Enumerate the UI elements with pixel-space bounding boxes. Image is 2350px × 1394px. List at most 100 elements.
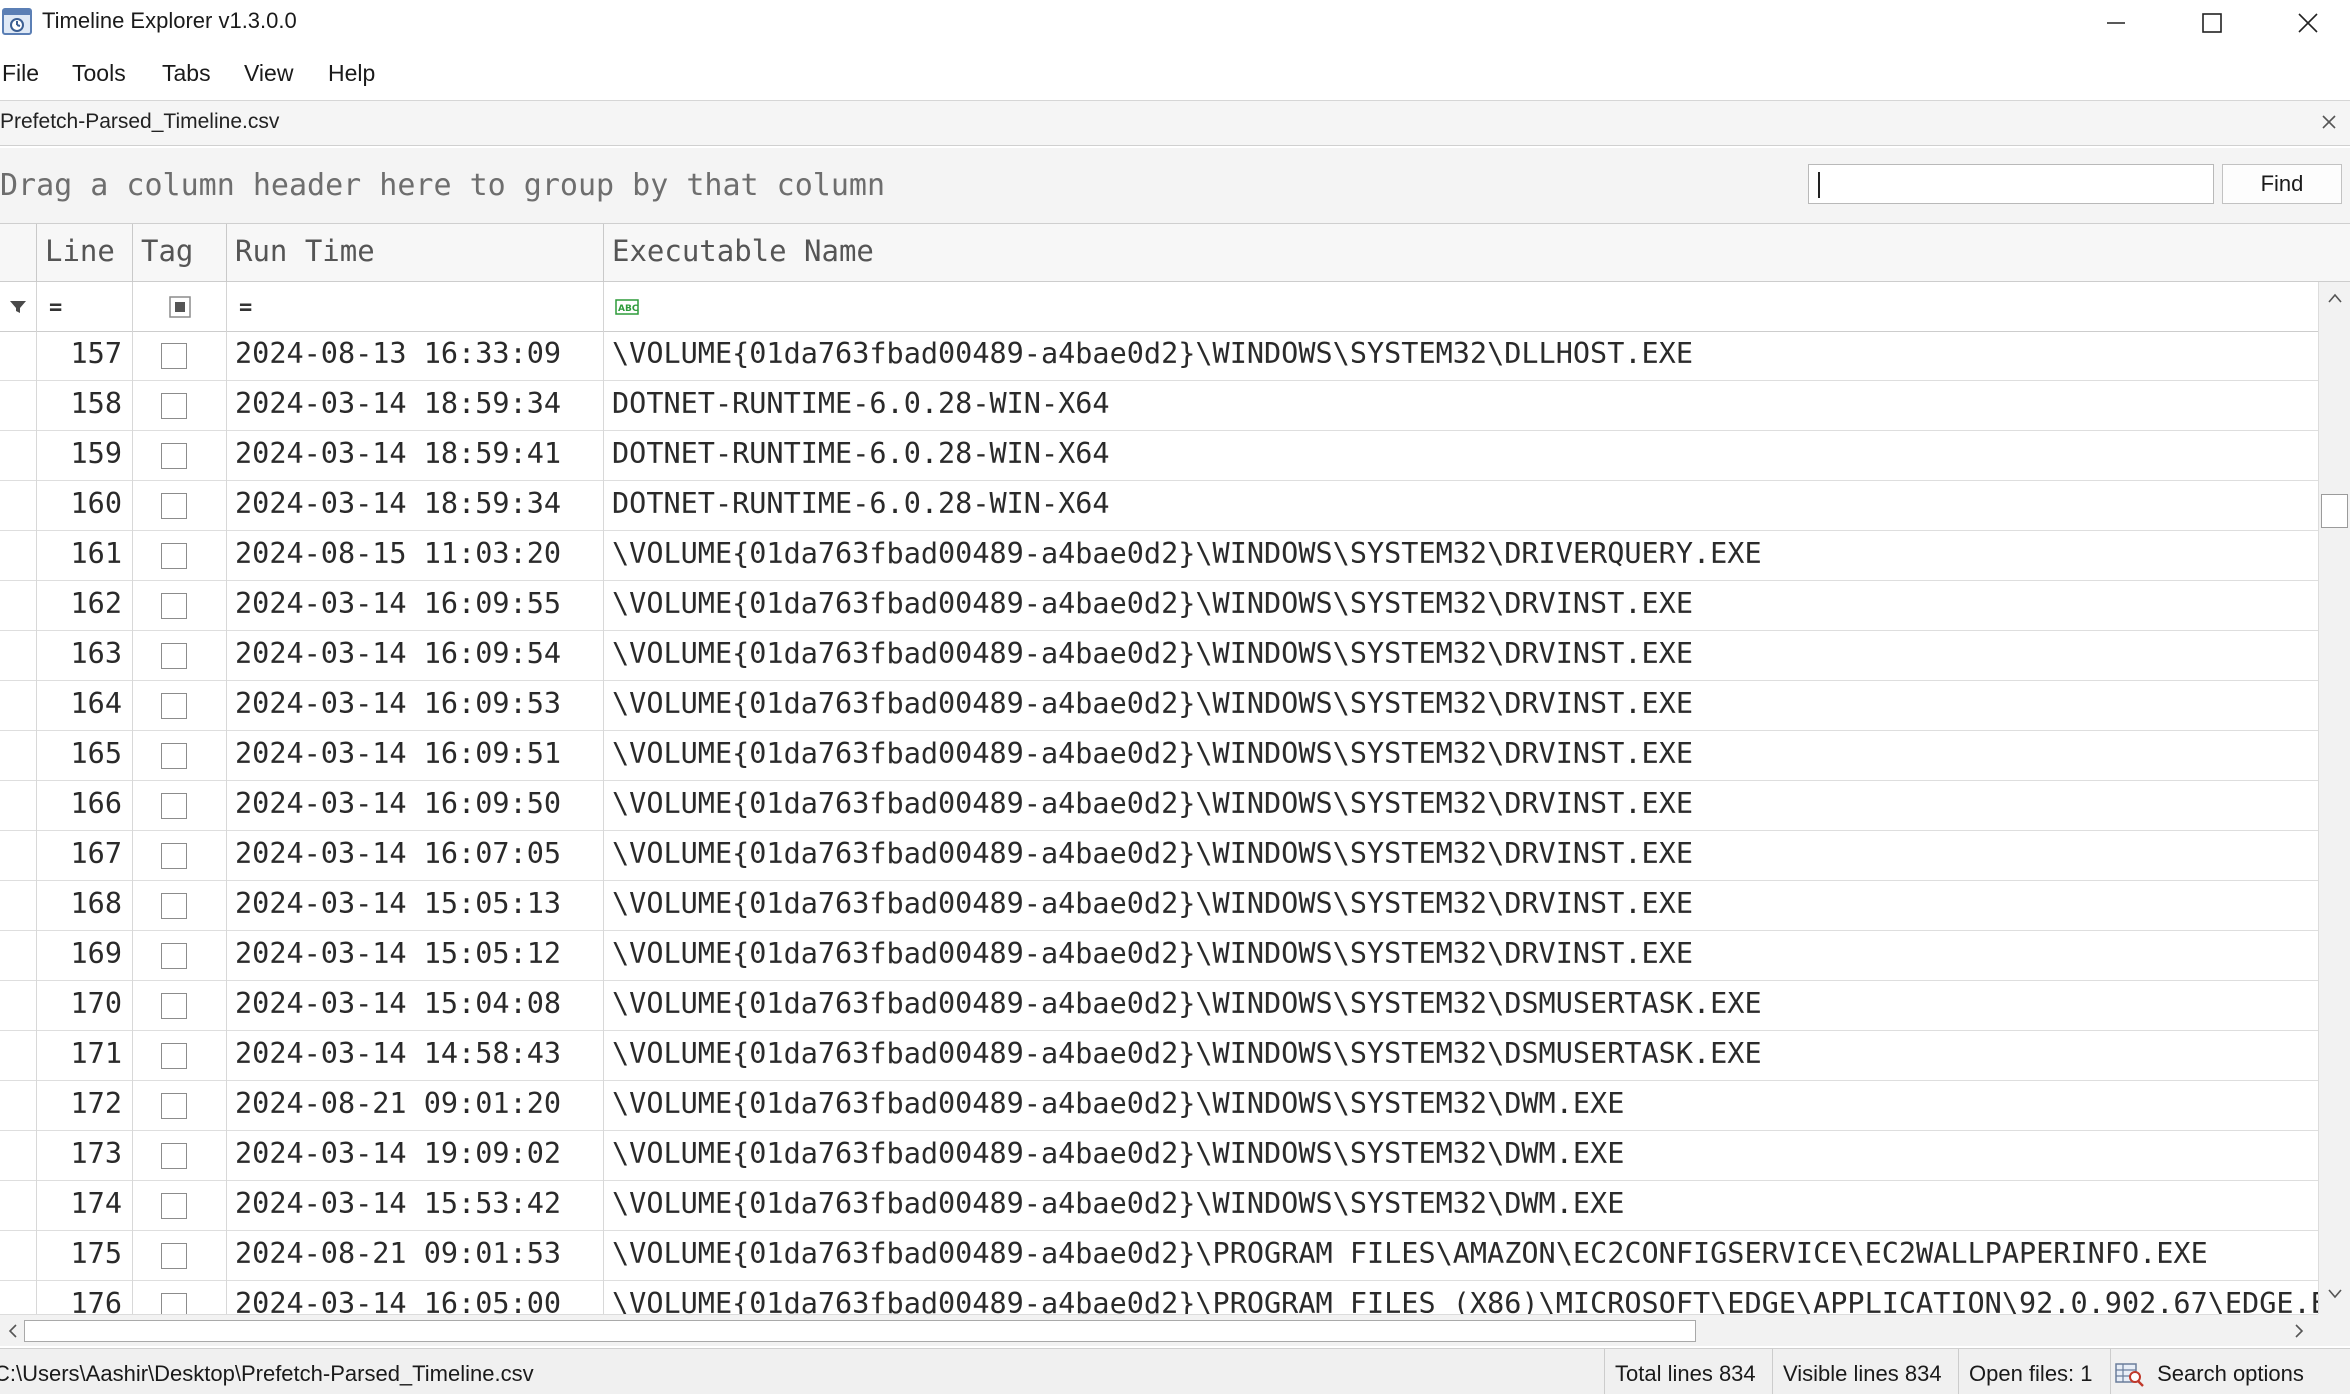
cell-run-time[interactable]: 2024-08-15 11:03:20 [226,531,603,581]
tag-checkbox[interactable] [161,843,187,869]
table-row[interactable]: 173 2024-03-14 19:09:02 \VOLUME{01da763fba… [0,1131,2318,1181]
menu-file[interactable]: File [2,60,39,87]
tag-checkbox[interactable] [161,793,187,819]
row-indicator[interactable] [0,881,36,931]
tag-checkbox[interactable] [161,1193,187,1219]
cell-run-time[interactable]: 2024-03-14 18:59:34 [226,481,603,531]
tag-checkbox[interactable] [161,1043,187,1069]
tag-checkbox[interactable] [161,543,187,569]
cell-run-time[interactable]: 2024-08-21 09:01:53 [226,1231,603,1281]
cell-line[interactable]: 175 [36,1231,132,1281]
row-indicator[interactable] [0,1181,36,1231]
table-row[interactable]: 165 2024-03-14 16:09:51 \VOLUME{01da763fba… [0,731,2318,781]
table-row[interactable]: 174 2024-03-14 15:53:42 \VOLUME{01da763fba… [0,1181,2318,1231]
table-row[interactable]: 175 2024-08-21 09:01:53 \VOLUME{01da763fba… [0,1231,2318,1281]
cell-line[interactable]: 165 [36,731,132,781]
row-indicator[interactable] [0,481,36,531]
cell-line[interactable]: 168 [36,881,132,931]
cell-executable-name[interactable]: \VOLUME{01da763fbad00489-a4bae0d2}\WINDO… [603,1131,2318,1181]
scroll-down-button[interactable] [2319,1278,2350,1310]
cell-run-time[interactable]: 2024-03-14 18:59:41 [226,431,603,481]
cell-run-time[interactable]: 2024-08-13 16:33:09 [226,332,603,381]
row-indicator[interactable] [0,1081,36,1131]
cell-run-time[interactable]: 2024-03-14 18:59:34 [226,381,603,431]
cell-line[interactable]: 169 [36,931,132,981]
column-header-tag[interactable]: Tag [132,224,226,282]
cell-executable-name[interactable]: \VOLUME{01da763fbad00489-a4bae0d2}\WINDO… [603,581,2318,631]
cell-run-time[interactable]: 2024-03-14 16:07:05 [226,831,603,881]
row-indicator[interactable] [0,781,36,831]
cell-run-time[interactable]: 2024-08-21 09:01:20 [226,1081,603,1131]
table-row[interactable]: 161 2024-08-15 11:03:20 \VOLUME{01da763fba… [0,531,2318,581]
table-row[interactable]: 169 2024-03-14 15:05:12 \VOLUME{01da763fba… [0,931,2318,981]
cell-executable-name[interactable]: \VOLUME{01da763fbad00489-a4bae0d2}\WINDO… [603,881,2318,931]
cell-line[interactable]: 162 [36,581,132,631]
cell-run-time[interactable]: 2024-03-14 14:58:43 [226,1031,603,1081]
tag-checkbox[interactable] [161,393,187,419]
menu-help[interactable]: Help [328,60,375,87]
cell-run-time[interactable]: 2024-03-14 16:09:50 [226,781,603,831]
cell-executable-name[interactable]: \VOLUME{01da763fbad00489-a4bae0d2}\WINDO… [603,831,2318,881]
cell-line[interactable]: 173 [36,1131,132,1181]
table-row[interactable]: 162 2024-03-14 16:09:55 \VOLUME{01da763fba… [0,581,2318,631]
vertical-scroll-thumb[interactable] [2321,494,2348,528]
cell-executable-name[interactable]: \VOLUME{01da763fbad00489-a4bae0d2}\WINDO… [603,681,2318,731]
row-indicator[interactable] [0,1131,36,1181]
tab-close-button[interactable] [2316,109,2342,135]
table-row[interactable]: 160 2024-03-14 18:59:34 DOTNET-RUNTIME-6.0… [0,481,2318,531]
cell-executable-name[interactable]: \VOLUME{01da763fbad00489-a4bae0d2}\PROGR… [603,1231,2318,1281]
row-indicator[interactable] [0,381,36,431]
table-row[interactable]: 171 2024-03-14 14:58:43 \VOLUME{01da763fba… [0,1031,2318,1081]
row-indicator[interactable] [0,681,36,731]
column-header-run-time[interactable]: Run Time [226,224,603,282]
cell-line[interactable]: 163 [36,631,132,681]
table-row[interactable]: 172 2024-08-21 09:01:20 \VOLUME{01da763fba… [0,1081,2318,1131]
tab-prefetch-timeline[interactable]: Prefetch-Parsed_Timeline.csv [0,110,279,134]
table-row[interactable]: 164 2024-03-14 16:09:53 \VOLUME{01da763fba… [0,681,2318,731]
cell-executable-name[interactable]: DOTNET-RUNTIME-6.0.28-WIN-X64 [603,431,2318,481]
minimize-button[interactable] [2068,0,2164,45]
row-indicator[interactable] [0,981,36,1031]
menu-tools[interactable]: Tools [72,60,126,87]
filter-cell-executable-name[interactable]: ABC [603,282,2318,332]
cell-run-time[interactable]: 2024-03-14 16:09:54 [226,631,603,681]
row-indicator[interactable] [0,831,36,881]
table-row[interactable]: 159 2024-03-14 18:59:41 DOTNET-RUNTIME-6.0… [0,431,2318,481]
cell-run-time[interactable]: 2024-03-14 15:05:12 [226,931,603,981]
tag-checkbox[interactable] [161,343,187,369]
cell-line[interactable]: 158 [36,381,132,431]
tag-checkbox[interactable] [161,943,187,969]
vertical-scrollbar[interactable] [2318,282,2350,1314]
find-button[interactable]: Find [2222,164,2342,204]
cell-line[interactable]: 170 [36,981,132,1031]
table-row[interactable]: 170 2024-03-14 15:04:08 \VOLUME{01da763fba… [0,981,2318,1031]
cell-run-time[interactable]: 2024-03-14 16:09:51 [226,731,603,781]
tag-checkbox[interactable] [161,1093,187,1119]
row-indicator[interactable] [0,431,36,481]
cell-executable-name[interactable]: \VOLUME{01da763fbad00489-a4bae0d2}\WINDO… [603,731,2318,781]
cell-executable-name[interactable]: \VOLUME{01da763fbad00489-a4bae0d2}\WINDO… [603,781,2318,831]
tag-checkbox[interactable] [161,643,187,669]
horizontal-scroll-thumb[interactable] [24,1320,1696,1342]
search-input[interactable] [1808,164,2214,204]
row-indicator[interactable] [0,731,36,781]
row-indicator[interactable] [0,1231,36,1281]
table-row[interactable]: 168 2024-03-14 15:05:13 \VOLUME{01da763fba… [0,881,2318,931]
cell-run-time[interactable]: 2024-03-14 16:09:55 [226,581,603,631]
tag-checkbox[interactable] [161,493,187,519]
cell-line[interactable]: 161 [36,531,132,581]
cell-executable-name[interactable]: \VOLUME{01da763fbad00489-a4bae0d2}\WINDO… [603,332,2318,381]
cell-line[interactable]: 160 [36,481,132,531]
close-window-button[interactable] [2260,0,2350,45]
cell-run-time[interactable]: 2024-03-14 19:09:02 [226,1131,603,1181]
cell-executable-name[interactable]: \VOLUME{01da763fbad00489-a4bae0d2}\WINDO… [603,1181,2318,1231]
cell-line[interactable]: 171 [36,1031,132,1081]
table-row[interactable]: 163 2024-03-14 16:09:54 \VOLUME{01da763fba… [0,631,2318,681]
cell-run-time[interactable]: 2024-03-14 15:05:13 [226,881,603,931]
tag-checkbox[interactable] [161,893,187,919]
tag-checkbox[interactable] [161,693,187,719]
tag-checkbox[interactable] [161,1243,187,1269]
cell-executable-name[interactable]: \VOLUME{01da763fbad00489-a4bae0d2}\WINDO… [603,1081,2318,1131]
cell-line[interactable]: 157 [36,332,132,381]
cell-executable-name[interactable]: \VOLUME{01da763fbad00489-a4bae0d2}\WINDO… [603,981,2318,1031]
